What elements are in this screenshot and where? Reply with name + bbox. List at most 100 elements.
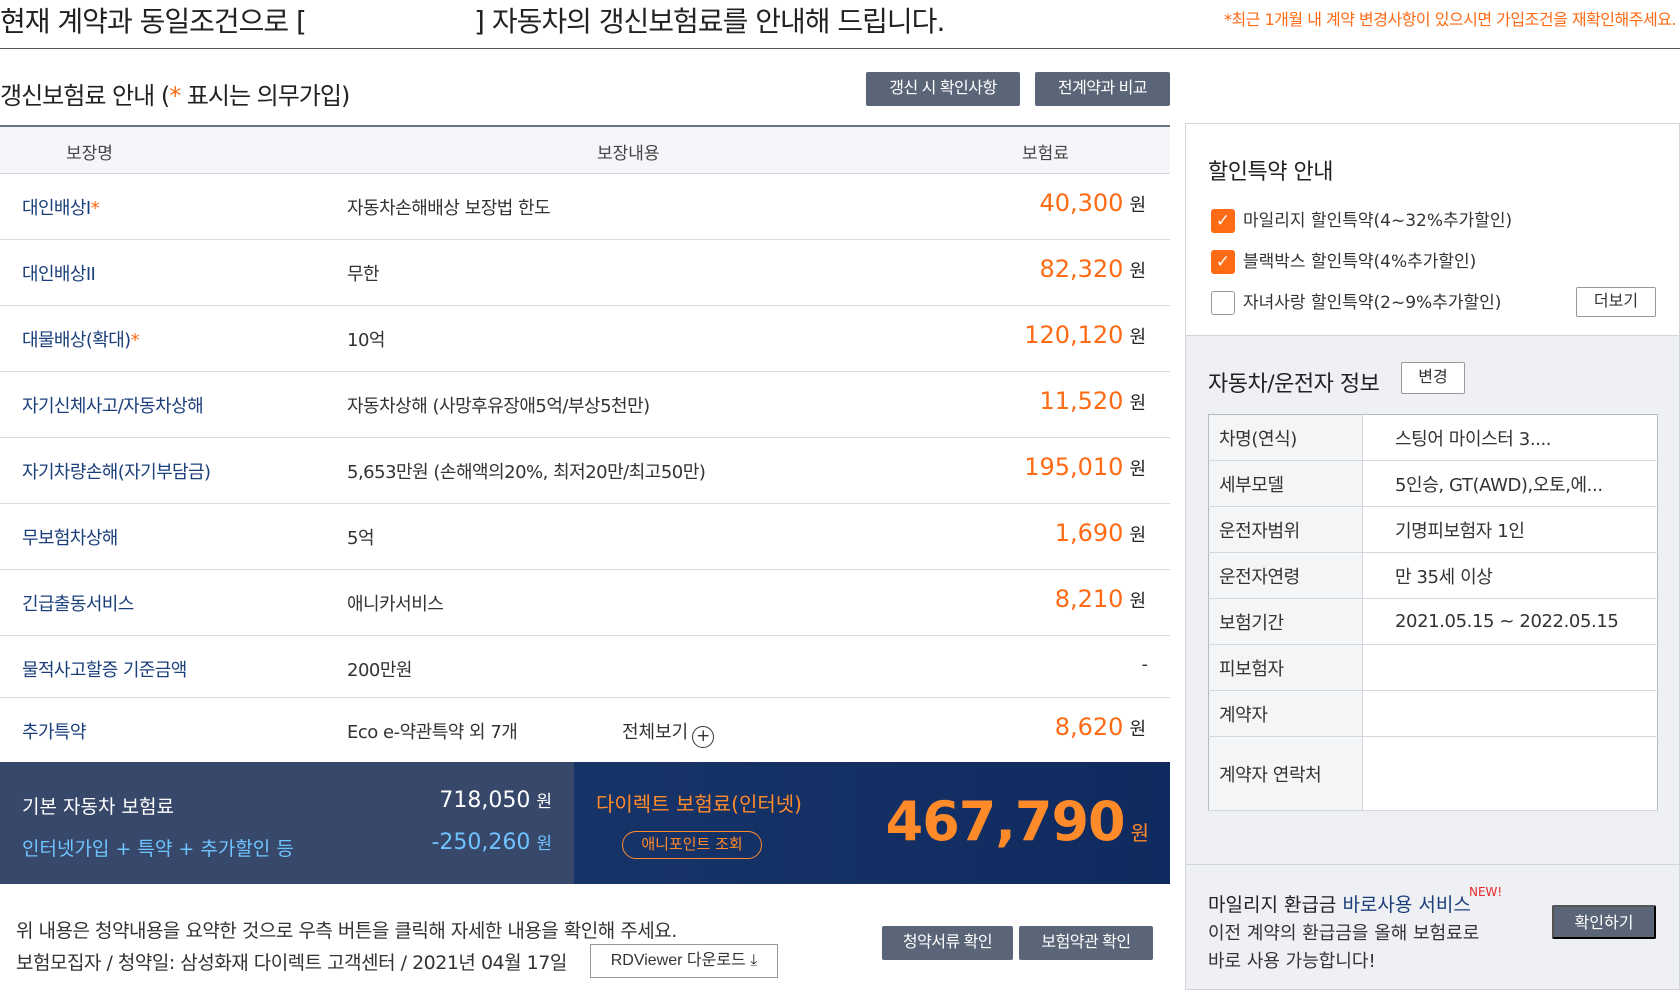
checkbox-unchecked-icon[interactable] [1211, 291, 1235, 315]
discount-title: 할인특약 안내 [1208, 160, 1333, 185]
discount-label: 블랙박스 할인특약(4%추가할인) [1243, 252, 1477, 272]
download-icon: ⤓ [750, 952, 758, 969]
direct-premium-value: 467,790 [885, 790, 1126, 853]
discount-rider-section: 할인특약 안내 ✓ 마일리지 할인특약(4~32%추가할인) ✓ 블랙박스 할인특약… [1186, 124, 1679, 336]
new-badge: NEW! [1469, 885, 1503, 899]
premium-amount: 120,120 원 [1024, 321, 1146, 349]
anypoint-lookup-button[interactable]: 애니포인트 조회 [622, 831, 762, 859]
discount-children-checkbox[interactable]: 자녀사랑 할인특약(2~9%추가할인) [1211, 288, 1502, 315]
coverage-detail: 10억 [347, 330, 385, 351]
coverage-name-text: 자기신체사고/자동차상해 [22, 396, 204, 417]
coverage-table: 보장명 보장내용 보험료 대인배상I* 자동차손해배상 보장법 한도 40,30… [0, 125, 1170, 760]
section-title: 갱신보험료 안내 (* 표시는 의무가입) [0, 76, 351, 111]
coverage-name: 물적사고할증 기준금액 [22, 656, 187, 682]
info-key: 차명(연식) [1208, 414, 1363, 461]
base-premium-value: 718,050 [439, 788, 531, 813]
premium-value: 8,620 [1054, 713, 1124, 741]
coverage-name-text: 긴급출동서비스 [22, 594, 134, 615]
won-unit: 원 [1129, 195, 1146, 216]
premium-value: 40,300 [1039, 189, 1124, 217]
plus-circle-icon: + [692, 726, 715, 748]
coverage-detail: 애니카서비스 [347, 594, 444, 615]
title-suffix: 표시는 의무가입) [180, 82, 351, 110]
discount-label: 인터넷가입 + 특약 + 추가할인 등 [22, 838, 294, 860]
info-key: 세부모델 [1208, 460, 1363, 507]
agent-info: 보험모집자 / 청약일: 삼성화재 다이렉트 고객센터 / 2021년 04월 … [16, 952, 567, 974]
table-row: 보험기간 2021.05.15 ~ 2022.05.15 [1208, 598, 1658, 645]
premium-value: - [1141, 654, 1149, 675]
compare-previous-button[interactable]: 전계약과 비교 [1035, 72, 1170, 106]
checkbox-checked-icon[interactable]: ✓ [1211, 209, 1235, 233]
info-value: 만 35세 이상 [1362, 552, 1658, 599]
premium-amount: 8,210 원 [1055, 585, 1146, 613]
policy-terms-button[interactable]: 보험약관 확인 [1019, 926, 1153, 960]
table-row: 자기차량손해(자기부담금) 5,653만원 (손해액의20%, 최저20만/최고… [0, 438, 1170, 504]
mileage-confirm-button[interactable]: 확인하기 [1552, 905, 1656, 939]
table-row: 추가특약 Eco e-약관특약 외 7개 전체보기 + 8,620 원 [0, 698, 1170, 760]
coverage-detail: Eco e-약관특약 외 7개 [347, 722, 518, 743]
change-notice: *최근 1개월 내 계약 변경사항이 있으시면 가입조건을 재확인해주세요. [1223, 10, 1677, 29]
coverage-name-text: 대인배상II [22, 264, 96, 285]
coverage-name-text: 대물배상(확대) [22, 330, 131, 351]
table-row: 대인배상I* 자동차손해배상 보장법 한도 40,300 원 [0, 174, 1170, 240]
discount-label: 자녀사랑 할인특약(2~9%추가할인) [1243, 293, 1502, 313]
premium-value: 8,210 [1054, 585, 1124, 613]
won-unit: 원 [536, 792, 552, 812]
coverage-name-text: 무보험차상해 [22, 528, 118, 549]
coverage-name-text: 추가특약 [22, 722, 86, 743]
mileage-refund-section: 마일리지 환급금 바로사용 서비스 NEW! 이전 계약의 환급금을 올해 보험… [1186, 864, 1679, 989]
discount-value: -250,260 [431, 830, 531, 855]
coverage-name: 자기차량손해(자기부담금) [22, 458, 211, 484]
info-value [1362, 736, 1658, 811]
renewal-check-button[interactable]: 갱신 시 확인사항 [866, 72, 1020, 106]
premium-value: 11,520 [1039, 387, 1124, 415]
coverage-detail: 무한 [347, 264, 380, 285]
base-premium-amount: 718,050 원 [439, 787, 552, 813]
coverage-detail: 200만원 [347, 660, 412, 681]
car-driver-info-title: 자동차/운전자 정보 [1208, 372, 1380, 397]
table-row: 물적사고할증 기준금액 200만원 - [0, 636, 1170, 698]
coverage-name: 대인배상II [22, 260, 96, 286]
coverage-name: 긴급출동서비스 [22, 590, 134, 616]
table-row: 무보험차상해 5억 1,690 원 [0, 504, 1170, 570]
application-docs-button[interactable]: 청약서류 확인 [882, 926, 1013, 960]
direct-premium-total: 467,790 원 [885, 790, 1149, 853]
info-key: 피보험자 [1208, 644, 1363, 691]
discount-blackbox-checkbox[interactable]: ✓ 블랙박스 할인특약(4%추가할인) [1211, 247, 1477, 274]
coverage-detail: 5,653만원 (손해액의20%, 최저20만/최고50만) [347, 462, 706, 483]
coverage-name-text: 물적사고할증 기준금액 [22, 660, 187, 681]
checkbox-checked-icon[interactable]: ✓ [1211, 250, 1235, 274]
table-row: 대인배상II 무한 82,320 원 [0, 240, 1170, 306]
info-key: 보험기간 [1208, 598, 1363, 645]
mileage-desc-line1: 이전 계약의 환급금을 올해 보험료로 [1208, 923, 1480, 944]
premium-amount: 11,520 원 [1039, 387, 1146, 415]
header-premium: 보험료 [1022, 144, 1069, 164]
premium-amount: 1,690 원 [1055, 519, 1146, 547]
coverage-name: 대인배상I* [22, 194, 100, 220]
coverage-name: 무보험차상해 [22, 524, 118, 550]
header-coverage-name: 보장명 [66, 144, 113, 164]
discount-mileage-checkbox[interactable]: ✓ 마일리지 할인특약(4~32%추가할인) [1211, 206, 1513, 233]
info-key: 운전자연령 [1208, 552, 1363, 599]
change-info-button[interactable]: 변경 [1401, 362, 1465, 394]
discount-label: 마일리지 할인특약(4~32%추가할인) [1243, 211, 1513, 231]
info-value: 5인승, GT(AWD),오토,에... [1362, 460, 1658, 507]
info-key: 운전자범위 [1208, 506, 1363, 553]
info-value [1362, 644, 1658, 691]
header-coverage-detail: 보장내용 [597, 144, 660, 164]
won-unit: 원 [1129, 393, 1146, 414]
more-discounts-button[interactable]: 더보기 [1576, 287, 1656, 317]
coverage-name-text: 대인배상I [22, 198, 91, 219]
table-row: 차명(연식) 스팅어 마이스터 3.... [1208, 414, 1658, 461]
view-all-riders-button[interactable]: 전체보기 + [622, 718, 715, 748]
coverage-detail: 자동차상해 (사망후유장애5억/부상5천만) [347, 396, 650, 417]
won-unit: 원 [1129, 525, 1146, 546]
base-premium-panel: 기본 자동차 보험료 718,050 원 인터넷가입 + 특약 + 추가할인 등 … [0, 762, 574, 884]
summary-note: 위 내용은 청약내용을 요약한 것으로 우측 버튼을 클릭해 자세한 내용을 확… [16, 920, 677, 942]
headline-left: 현재 계약과 동일조건으로 [ [0, 5, 307, 38]
table-row: 운전자연령 만 35세 이상 [1208, 552, 1658, 599]
won-unit: 원 [1129, 261, 1146, 282]
premium-value: 195,010 [1024, 453, 1124, 481]
table-row: 긴급출동서비스 애니카서비스 8,210 원 [0, 570, 1170, 636]
rdviewer-download-button[interactable]: RDViewer 다운로드 ⤓ [590, 944, 778, 978]
